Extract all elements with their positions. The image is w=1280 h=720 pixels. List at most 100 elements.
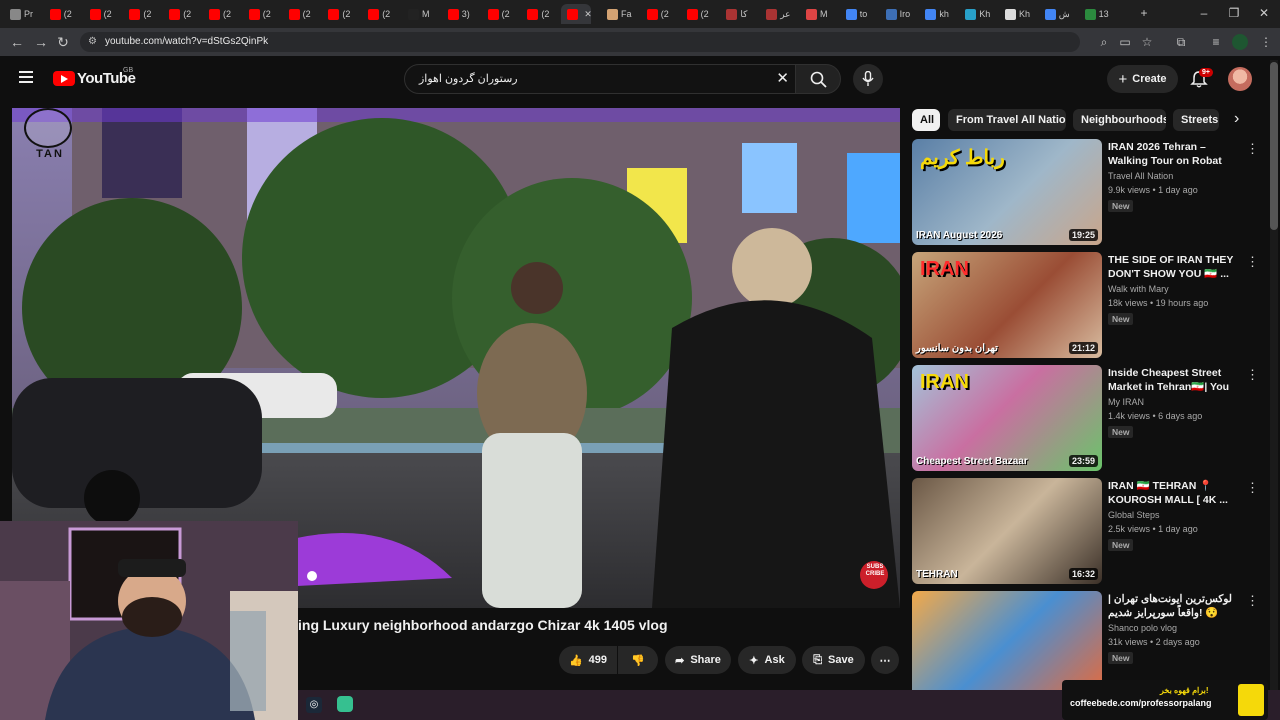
- browser-tab[interactable]: (2: [123, 4, 161, 24]
- browser-tab[interactable]: 3): [442, 4, 480, 24]
- create-button[interactable]: + Create: [1107, 65, 1178, 93]
- browser-tab[interactable]: ش: [1039, 4, 1077, 24]
- like-count: 499: [588, 654, 608, 666]
- minimize-icon[interactable]: –: [1196, 6, 1212, 20]
- extensions-icon[interactable]: ⧉: [1173, 35, 1189, 50]
- more-options-icon[interactable]: ⋮: [1246, 480, 1259, 496]
- account-avatar[interactable]: [1228, 67, 1252, 91]
- youtube-logo-icon[interactable]: [53, 71, 75, 86]
- browser-tab[interactable]: to: [840, 4, 878, 24]
- browser-tab[interactable]: عر: [760, 4, 798, 24]
- browser-tab[interactable]: (2: [521, 4, 559, 24]
- voice-search-button[interactable]: [853, 64, 883, 94]
- channel-name[interactable]: Shanco polo vlog: [1108, 623, 1177, 633]
- recommendation-title[interactable]: IRAN 🇮🇷 TEHRAN 📍 KOUROSH MALL [ 4K ...: [1108, 479, 1242, 507]
- browser-tab[interactable]: kh: [919, 4, 957, 24]
- browser-tab[interactable]: کا: [720, 4, 758, 24]
- recommendation-item[interactable]: IRAN تهران بدون سانسور 21:12 THE SIDE OF IR…: [912, 252, 1262, 360]
- bookmark-icon: ⎘: [813, 653, 823, 666]
- more-actions-button[interactable]: ⋯: [871, 646, 899, 674]
- chevron-right-icon[interactable]: ›: [1234, 110, 1239, 128]
- sparkle-icon: ✦: [749, 654, 759, 667]
- site-info-icon[interactable]: ⚙: [88, 32, 97, 52]
- browser-tab[interactable]: Kh: [959, 4, 997, 24]
- recommendation-item[interactable]: رباط کریم IRAN August 2026 19:25 IRAN 2026 …: [912, 139, 1262, 247]
- browser-tab[interactable]: ✕: [561, 4, 592, 24]
- recommendation-item[interactable]: IRAN Cheapest Street Bazaar 23:59 Inside Ch…: [912, 365, 1262, 473]
- browser-tab[interactable]: (2: [322, 4, 360, 24]
- video-thumbnail[interactable]: رباط کریم IRAN August 2026 19:25: [912, 139, 1102, 245]
- dislike-button[interactable]: 👎: [618, 646, 658, 674]
- recommendation-title[interactable]: IRAN 2026 Tehran – Walking Tour on Robat…: [1108, 140, 1242, 168]
- more-options-icon[interactable]: ⋮: [1246, 141, 1259, 157]
- browser-tab[interactable]: (2: [243, 4, 281, 24]
- search-box[interactable]: رستوران گردون اهواز ✕: [404, 64, 796, 94]
- recommendation-title[interactable]: THE SIDE OF IRAN THEY DON'T SHOW YOU 🇮🇷 …: [1108, 253, 1242, 281]
- browser-tab[interactable]: (2: [362, 4, 400, 24]
- recommendation-title[interactable]: Inside Cheapest Street Market in Tehran🇮…: [1108, 366, 1242, 394]
- channel-name[interactable]: Global Steps: [1108, 510, 1160, 520]
- chip[interactable]: From Travel All Nation: [948, 109, 1066, 131]
- browser-tab[interactable]: (2: [163, 4, 201, 24]
- video-thumbnail[interactable]: IRAN Cheapest Street Bazaar 23:59: [912, 365, 1102, 471]
- browser-tab[interactable]: Iro: [880, 4, 918, 24]
- browser-tab[interactable]: Fa: [601, 4, 639, 24]
- scrollbar-thumb[interactable]: [1270, 62, 1278, 230]
- video-thumbnail[interactable]: TEHRAN 16:32: [912, 478, 1102, 584]
- share-button[interactable]: ➦ Share: [665, 646, 731, 674]
- search-input[interactable]: رستوران گردون اهواز: [419, 72, 518, 85]
- browser-tab[interactable]: (2: [482, 4, 520, 24]
- scrollbar[interactable]: [1270, 60, 1278, 690]
- reload-icon[interactable]: ↻: [54, 34, 72, 51]
- recommendation-title[interactable]: لوکس‌ترین ایونت‌های تهران | واقعاً سورپر…: [1108, 592, 1242, 620]
- browser-tab[interactable]: 13: [1079, 4, 1117, 24]
- browser-tab[interactable]: Pr: [4, 4, 42, 24]
- cast-icon[interactable]: ▭: [1117, 35, 1133, 49]
- browser-menu-icon[interactable]: ⋮: [1258, 35, 1274, 49]
- new-tab-icon[interactable]: +: [1136, 6, 1152, 20]
- recommendation-item[interactable]: TEHRAN 16:32 IRAN 🇮🇷 TEHRAN 📍 KOUROSH MALL…: [912, 478, 1262, 586]
- close-tab-icon[interactable]: ✕: [584, 9, 591, 20]
- browser-tab[interactable]: (2: [44, 4, 82, 24]
- back-icon[interactable]: ←: [8, 34, 26, 50]
- menu-icon[interactable]: [19, 70, 33, 84]
- browser-tab[interactable]: (2: [681, 4, 719, 24]
- url-field[interactable]: ⚙ youtube.com/watch?v=dStGs2QinPk: [80, 32, 1080, 52]
- more-options-icon[interactable]: ⋮: [1246, 254, 1259, 270]
- channel-name[interactable]: Travel All Nation: [1108, 171, 1173, 181]
- browser-tab[interactable]: M: [800, 4, 838, 24]
- chip[interactable]: Streets: [1173, 109, 1219, 131]
- channel-name[interactable]: Walk with Mary: [1108, 284, 1169, 294]
- ask-button[interactable]: ✦ Ask: [738, 646, 796, 674]
- browser-tab[interactable]: (2: [203, 4, 241, 24]
- chip[interactable]: All: [912, 109, 940, 131]
- clear-search-icon[interactable]: ✕: [776, 69, 789, 87]
- like-button[interactable]: 👍 499: [559, 646, 617, 674]
- video-thumbnail[interactable]: IRAN تهران بدون سانسور 21:12: [912, 252, 1102, 358]
- profile-avatar[interactable]: [1232, 34, 1248, 50]
- browser-tab[interactable]: M: [402, 4, 440, 24]
- maximize-icon[interactable]: ❐: [1226, 6, 1242, 20]
- tab-label: (2: [63, 9, 72, 19]
- tab-label: Iro: [899, 9, 911, 19]
- browser-tab[interactable]: Kh: [999, 4, 1037, 24]
- close-window-icon[interactable]: ✕: [1256, 6, 1272, 20]
- app-icon[interactable]: [337, 696, 353, 712]
- more-options-icon[interactable]: ⋮: [1246, 367, 1259, 383]
- browser-tab[interactable]: (2: [641, 4, 679, 24]
- site-icon: [885, 8, 897, 20]
- subscribe-badge[interactable]: SUBS CRIBE: [863, 564, 887, 578]
- save-button[interactable]: ⎘ Save: [802, 646, 865, 674]
- zoom-icon[interactable]: ⌕: [1096, 35, 1112, 50]
- channel-name[interactable]: My IRAN: [1108, 397, 1144, 407]
- bookmark-star-icon[interactable]: ☆: [1139, 35, 1155, 49]
- search-button[interactable]: [795, 64, 841, 94]
- reading-list-icon[interactable]: ≡: [1208, 35, 1224, 49]
- browser-tab[interactable]: (2: [283, 4, 321, 24]
- browser-tab[interactable]: (2: [84, 4, 122, 24]
- steam-icon[interactable]: ◎: [306, 697, 322, 713]
- forward-icon[interactable]: →: [32, 34, 50, 50]
- chip[interactable]: Neighbourhoods: [1073, 109, 1166, 131]
- more-options-icon[interactable]: ⋮: [1246, 593, 1259, 609]
- new-badge: New: [1108, 426, 1134, 438]
